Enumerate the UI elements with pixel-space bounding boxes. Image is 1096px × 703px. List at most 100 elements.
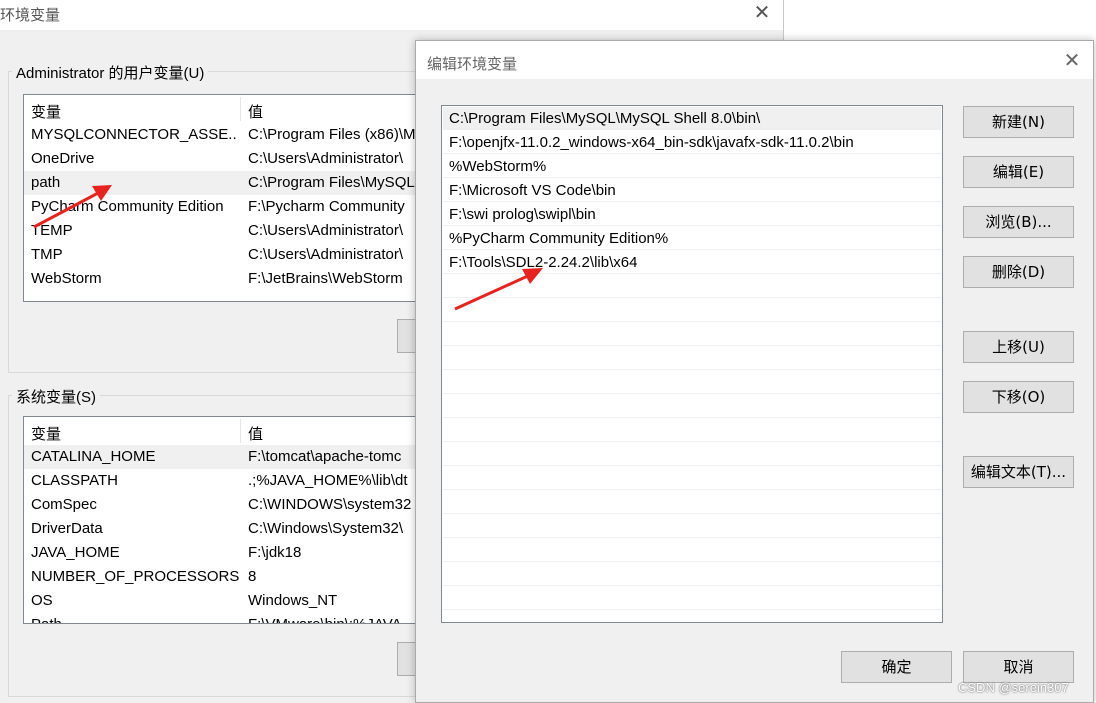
- new-button[interactable]: 新建(N): [963, 106, 1074, 138]
- edit-button[interactable]: 编辑(E): [963, 156, 1074, 188]
- variable-value: C:\Users\Administrator\: [248, 246, 404, 263]
- header-variable: 变量: [31, 426, 62, 443]
- title-bar: 环境变量 ✕: [0, 0, 783, 30]
- table-row[interactable]: ComSpec C:\WINDOWS\system32: [24, 493, 424, 517]
- variable-value: F:\VMware\bin\;%JAVA: [248, 616, 402, 623]
- empty-list-row[interactable]: [443, 443, 941, 466]
- user-variables-table[interactable]: 变量 值 MYSQLCONNECTOR_ASSE... C:\Program F…: [23, 94, 425, 302]
- list-item[interactable]: F:\Tools\SDL2-2.24.2\lib\x64: [443, 251, 941, 274]
- variable-name: OneDrive: [31, 150, 95, 167]
- browse-button[interactable]: 浏览(B)...: [963, 206, 1074, 238]
- empty-list-row[interactable]: [443, 419, 941, 442]
- variable-value: C:\Users\Administrator\: [248, 150, 404, 167]
- empty-list-row[interactable]: [443, 539, 941, 562]
- variable-name: DriverData: [31, 520, 103, 537]
- variable-name: NUMBER_OF_PROCESSORS: [31, 568, 240, 585]
- variable-name: TEMP: [31, 222, 73, 239]
- path-entry: F:\openjfx-11.0.2_windows-x64_bin-sdk\ja…: [449, 134, 854, 151]
- variable-value: F:\JetBrains\WebStorm: [248, 270, 403, 287]
- path-entries-list[interactable]: C:\Program Files\MySQL\MySQL Shell 8.0\b…: [441, 105, 943, 623]
- list-item[interactable]: %WebStorm%: [443, 155, 941, 178]
- variable-value: C:\Program Files\MySQL: [248, 174, 415, 191]
- empty-list-row[interactable]: [443, 347, 941, 370]
- table-row[interactable]: Path F:\VMware\bin\;%JAVA: [24, 613, 424, 623]
- table-row[interactable]: DriverData C:\Windows\System32\: [24, 517, 424, 541]
- empty-list-row[interactable]: [443, 515, 941, 538]
- cancel-button[interactable]: 取消: [963, 651, 1074, 683]
- variable-value: C:\WINDOWS\system32: [248, 496, 412, 513]
- variable-name: path: [31, 174, 61, 191]
- window-title: 环境变量: [0, 7, 61, 24]
- close-icon[interactable]: ✕: [752, 2, 772, 24]
- close-icon[interactable]: ✕: [1061, 50, 1083, 72]
- variable-value: F:\Pycharm Community: [248, 198, 405, 215]
- variable-value: F:\tomcat\apache-tomc: [248, 448, 402, 465]
- list-item[interactable]: F:\swi prolog\swipl\bin: [443, 203, 941, 226]
- table-row[interactable]: OS Windows_NT: [24, 589, 424, 613]
- dialog-title-bar: 编辑环境变量 ✕: [416, 41, 1093, 79]
- path-entry: %WebStorm%: [449, 158, 547, 175]
- empty-list-row[interactable]: [443, 467, 941, 490]
- variable-name: ComSpec: [31, 496, 97, 513]
- list-item[interactable]: F:\openjfx-11.0.2_windows-x64_bin-sdk\ja…: [443, 131, 941, 154]
- table-row[interactable]: MYSQLCONNECTOR_ASSE... C:\Program Files …: [24, 123, 424, 147]
- empty-list-row[interactable]: [443, 395, 941, 418]
- table-row[interactable]: CLASSPATH .;%JAVA_HOME%\lib\dt: [24, 469, 424, 493]
- path-entry: F:\Tools\SDL2-2.24.2\lib\x64: [449, 254, 638, 271]
- table-row[interactable]: JAVA_HOME F:\jdk18: [24, 541, 424, 565]
- table-header: 变量 值: [24, 97, 424, 121]
- variable-name: WebStorm: [31, 270, 102, 287]
- empty-list-row[interactable]: [443, 491, 941, 514]
- header-value: 值: [248, 426, 264, 443]
- list-item[interactable]: F:\Microsoft VS Code\bin: [443, 179, 941, 202]
- system-variables-label: 系统变量(S): [12, 386, 100, 407]
- table-row-selected[interactable]: path C:\Program Files\MySQL: [24, 171, 424, 195]
- table-row-selected[interactable]: CATALINA_HOME F:\tomcat\apache-tomc: [24, 445, 424, 469]
- variable-value: 8: [248, 568, 257, 585]
- variable-value: C:\Windows\System32\: [248, 520, 404, 537]
- edit-text-button[interactable]: 编辑文本(T)...: [963, 456, 1074, 488]
- path-entry: %PyCharm Community Edition%: [449, 230, 669, 247]
- table-row[interactable]: TMP C:\Users\Administrator\: [24, 243, 424, 267]
- edit-environment-variable-dialog: 编辑环境变量 ✕ C:\Program Files\MySQL\MySQL Sh…: [415, 40, 1094, 703]
- table-row[interactable]: TEMP C:\Users\Administrator\: [24, 219, 424, 243]
- header-value: 值: [248, 104, 264, 121]
- path-entry: F:\swi prolog\swipl\bin: [449, 206, 596, 223]
- table-row[interactable]: WebStorm F:\JetBrains\WebStorm: [24, 267, 424, 291]
- variable-name: CATALINA_HOME: [31, 448, 156, 465]
- variable-name: MYSQLCONNECTOR_ASSE...: [31, 126, 238, 143]
- empty-list-row[interactable]: [443, 563, 941, 586]
- dialog-title: 编辑环境变量: [427, 56, 518, 73]
- path-entry: F:\Microsoft VS Code\bin: [449, 182, 616, 199]
- system-variables-table[interactable]: 变量 值 CATALINA_HOME F:\tomcat\apache-tomc…: [23, 416, 425, 624]
- list-item[interactable]: C:\Program Files\MySQL\MySQL Shell 8.0\b…: [443, 107, 941, 130]
- variable-value: F:\jdk18: [248, 544, 302, 561]
- list-item[interactable]: %PyCharm Community Edition%: [443, 227, 941, 250]
- empty-list-row[interactable]: [443, 587, 941, 610]
- variable-name: TMP: [31, 246, 63, 263]
- delete-button[interactable]: 删除(D): [963, 256, 1074, 288]
- header-variable: 变量: [31, 104, 62, 121]
- empty-list-row[interactable]: [443, 275, 941, 298]
- variable-name: Path: [31, 616, 62, 623]
- variable-value: .;%JAVA_HOME%\lib\dt: [248, 472, 408, 489]
- user-variables-label: Administrator 的用户变量(U): [12, 62, 209, 83]
- variable-name: OS: [31, 592, 53, 609]
- variable-value: C:\Users\Administrator\: [248, 222, 404, 239]
- table-row[interactable]: PyCharm Community Edition F:\Pycharm Com…: [24, 195, 424, 219]
- variable-name: JAVA_HOME: [31, 544, 120, 561]
- path-entry: C:\Program Files\MySQL\MySQL Shell 8.0\b…: [449, 110, 761, 127]
- watermark: CSDN @serein307: [958, 680, 1069, 695]
- ok-button[interactable]: 确定: [841, 651, 952, 683]
- table-header: 变量 值: [24, 419, 424, 443]
- variable-value: Windows_NT: [248, 592, 338, 609]
- empty-list-row[interactable]: [443, 371, 941, 394]
- variable-name: PyCharm Community Edition: [31, 198, 224, 215]
- move-up-button[interactable]: 上移(U): [963, 331, 1074, 363]
- empty-list-row[interactable]: [443, 299, 941, 322]
- empty-list-row[interactable]: [443, 323, 941, 346]
- table-row[interactable]: NUMBER_OF_PROCESSORS 8: [24, 565, 424, 589]
- table-row[interactable]: OneDrive C:\Users\Administrator\: [24, 147, 424, 171]
- move-down-button[interactable]: 下移(O): [963, 381, 1074, 413]
- variable-value: C:\Program Files (x86)\M: [248, 126, 416, 143]
